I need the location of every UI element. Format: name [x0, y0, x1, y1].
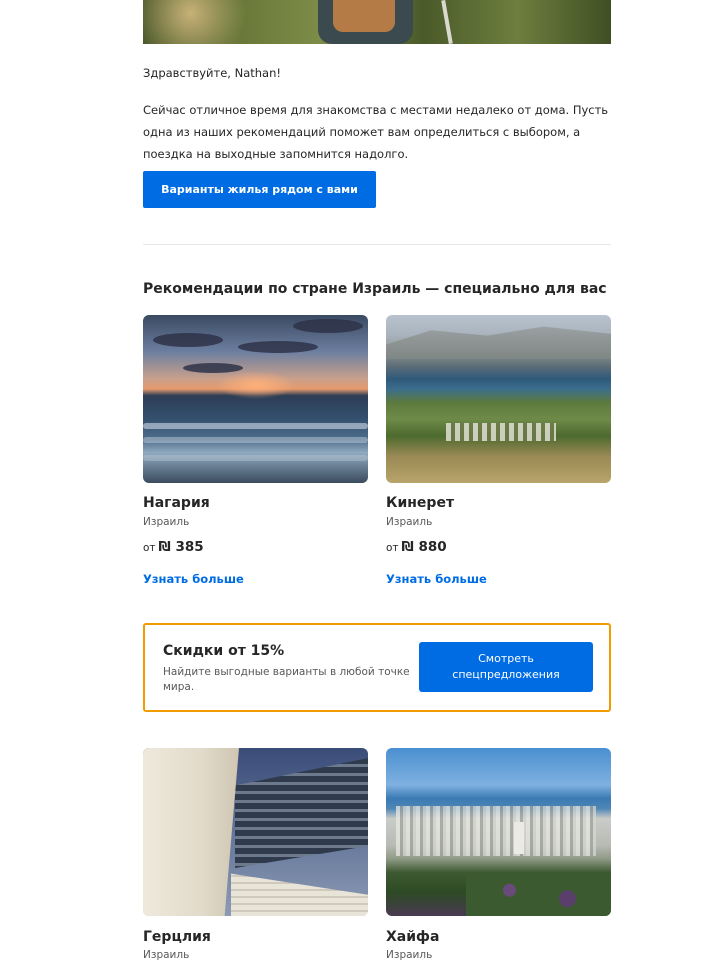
- intro-text: Сейчас отличное время для знакомства с м…: [143, 103, 609, 161]
- kinneret-image[interactable]: [386, 315, 611, 483]
- haifa-country: Израиль: [386, 949, 433, 961]
- nahariya-country: Израиль: [143, 516, 190, 528]
- hero-image: [143, 0, 611, 44]
- divider: [143, 244, 611, 245]
- haifa-image[interactable]: [386, 748, 611, 916]
- price-prefix: от: [386, 542, 399, 554]
- email-page: Здравствуйте, Nathan! Сейчас отличное вр…: [0, 0, 711, 965]
- greeting-text: Здравствуйте, Nathan!: [143, 66, 282, 80]
- kinneret-learn-more-link[interactable]: Узнать больше: [386, 572, 487, 586]
- promo-text: Найдите выгодные варианты в любой точке …: [163, 666, 410, 693]
- price-amount: ₪ 880: [401, 539, 447, 555]
- nahariya-image[interactable]: [143, 315, 368, 483]
- nearby-stays-button[interactable]: Варианты жилья рядом с вами: [143, 171, 376, 208]
- price-amount: ₪ 385: [158, 539, 204, 555]
- section-title: Рекомендации по стране Израиль — специал…: [143, 281, 607, 297]
- kinneret-price: от ₪ 880: [386, 539, 447, 555]
- promo-title: Скидки от 15%: [163, 643, 285, 659]
- deals-promo-box: Скидки от 15% Найдите выгодные варианты …: [143, 623, 611, 712]
- kinneret-country: Израиль: [386, 516, 433, 528]
- herzliya-name[interactable]: Герцлия: [143, 929, 211, 945]
- haifa-name[interactable]: Хайфа: [386, 929, 439, 945]
- herzliya-country: Израиль: [143, 949, 190, 961]
- nahariya-learn-more-link[interactable]: Узнать больше: [143, 572, 244, 586]
- price-prefix: от: [143, 542, 156, 554]
- nahariya-price: от ₪ 385: [143, 539, 204, 555]
- view-deals-button[interactable]: Смотреть спецпредложения: [419, 642, 593, 692]
- nahariya-name[interactable]: Нагария: [143, 495, 210, 511]
- kinneret-name[interactable]: Кинерет: [386, 495, 454, 511]
- herzliya-image[interactable]: [143, 748, 368, 916]
